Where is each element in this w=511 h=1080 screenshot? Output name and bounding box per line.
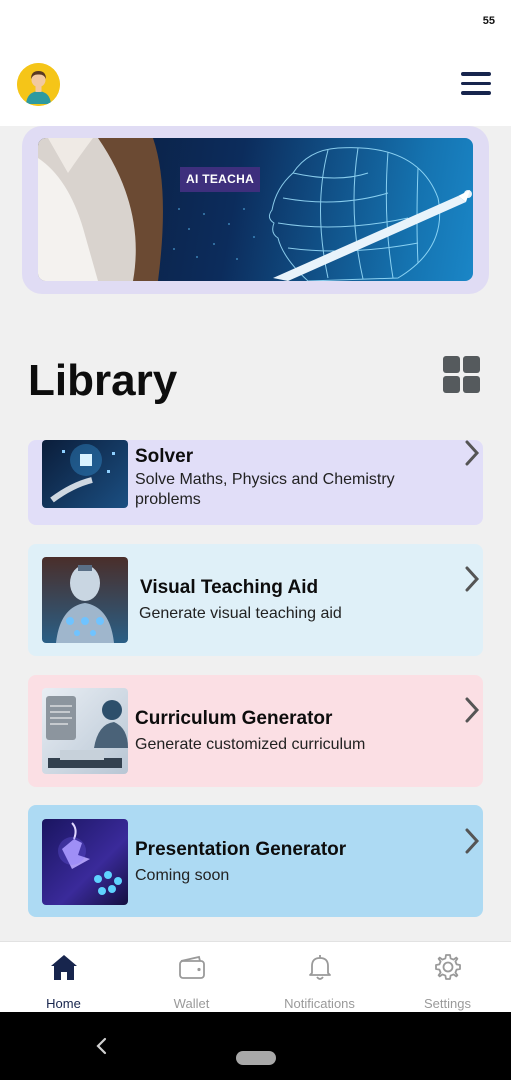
bottom-navigation: Home Wallet Notifications Settings bbox=[0, 941, 511, 1012]
wallet-icon bbox=[178, 955, 205, 979]
ai-teacha-banner[interactable]: AI TEACHA bbox=[38, 138, 473, 281]
card-title: Solver bbox=[135, 446, 194, 467]
visual-teaching-aid-thumbnail bbox=[42, 557, 128, 643]
library-card-visual-teaching-aid[interactable]: Visual Teaching Aid Generate visual teac… bbox=[28, 544, 483, 656]
chevron-right-icon bbox=[465, 566, 480, 592]
nav-label: Home bbox=[46, 996, 81, 1011]
card-title: Presentation Generator bbox=[135, 839, 347, 860]
nav-notifications[interactable]: Notifications bbox=[256, 942, 383, 1013]
card-description: Generate customized curriculum bbox=[135, 736, 366, 753]
banner-frame: AI TEACHA bbox=[22, 126, 489, 294]
chevron-right-icon bbox=[465, 828, 480, 854]
back-icon[interactable] bbox=[92, 1034, 112, 1058]
nav-label: Wallet bbox=[173, 996, 210, 1011]
gear-icon bbox=[434, 954, 461, 980]
home-icon bbox=[50, 955, 77, 980]
card-title: Visual Teaching Aid bbox=[140, 577, 319, 598]
library-title: Library bbox=[28, 356, 178, 405]
home-gesture-pill[interactable] bbox=[236, 1051, 276, 1065]
hamburger-menu-icon[interactable] bbox=[461, 72, 491, 96]
presentation-generator-thumbnail bbox=[42, 819, 128, 905]
bell-icon bbox=[308, 955, 331, 980]
nav-label: Notifications bbox=[284, 996, 355, 1011]
status-bar: 55 bbox=[0, 0, 511, 44]
system-navigation-bar bbox=[0, 1012, 511, 1080]
home-content[interactable]: AI TEACHA Library Solver Solve Maths, Ph… bbox=[0, 126, 511, 941]
grid-view-icon[interactable] bbox=[443, 356, 480, 393]
card-title: Curriculum Generator bbox=[135, 708, 333, 729]
chevron-right-icon bbox=[465, 440, 480, 466]
banner-brand-tag: AI TEACHA bbox=[180, 167, 261, 192]
nav-label: Settings bbox=[424, 996, 471, 1011]
solver-thumbnail bbox=[42, 440, 128, 508]
library-card-presentation-generator[interactable]: Presentation Generator Coming soon bbox=[28, 805, 483, 917]
nav-wallet[interactable]: Wallet bbox=[128, 942, 255, 1013]
card-description: Generate visual teaching aid bbox=[139, 605, 342, 622]
user-avatar-icon[interactable] bbox=[17, 63, 60, 106]
nav-settings[interactable]: Settings bbox=[384, 942, 511, 1013]
chevron-right-icon bbox=[465, 697, 480, 723]
status-time: 55 bbox=[482, 15, 495, 27]
card-description: Coming soon bbox=[135, 867, 230, 884]
nav-home[interactable]: Home bbox=[0, 942, 127, 1013]
curriculum-generator-thumbnail bbox=[42, 688, 128, 774]
app-header bbox=[0, 44, 511, 126]
library-card-curriculum-generator[interactable]: Curriculum Generator Generate customized… bbox=[28, 675, 483, 787]
card-description: Solve Maths, Physics and Chemistry probl… bbox=[135, 471, 395, 508]
library-card-solver[interactable]: Solver Solve Maths, Physics and Chemistr… bbox=[28, 440, 483, 525]
